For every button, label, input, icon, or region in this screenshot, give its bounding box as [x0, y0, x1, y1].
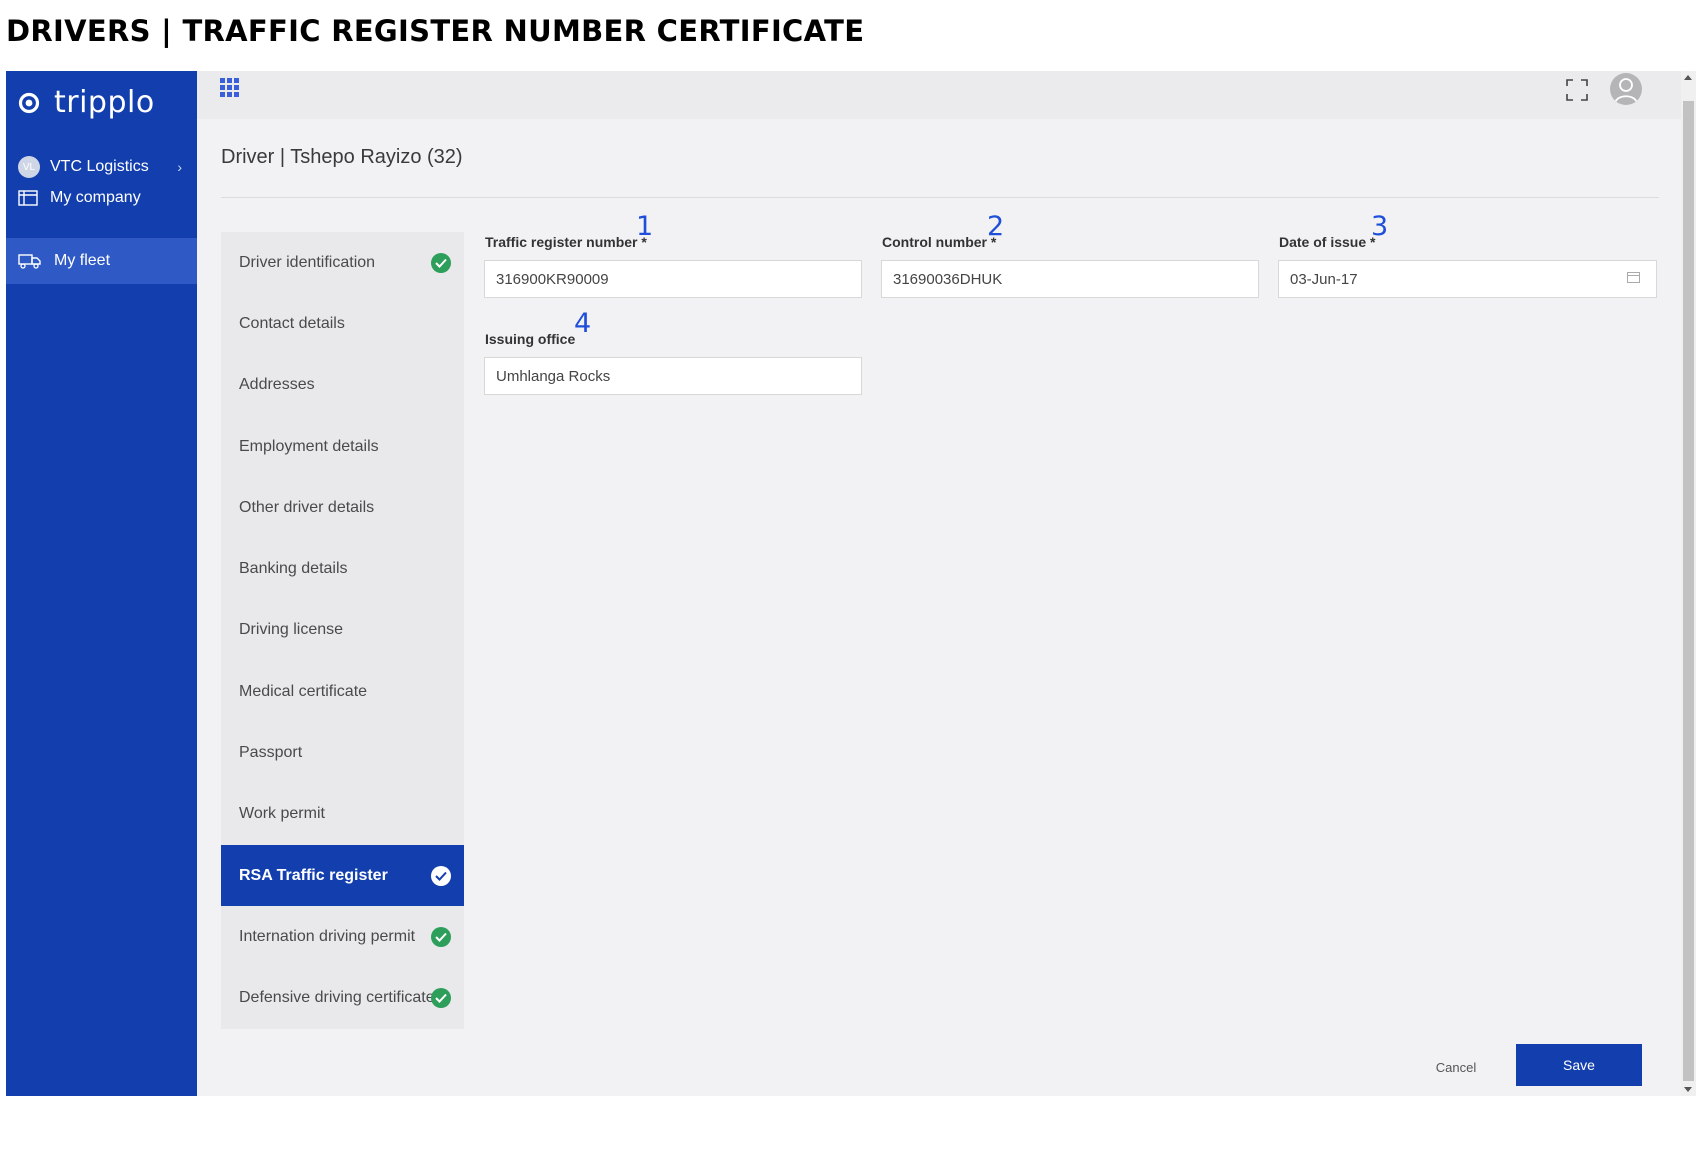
step-label: Passport	[239, 744, 303, 762]
step-label: Medical certificate	[239, 682, 368, 700]
step-banking-details[interactable]: Banking details	[221, 538, 464, 599]
sidebar-item-my-fleet[interactable]: My fleet	[6, 238, 197, 284]
traffic-register-number-input[interactable]	[484, 260, 862, 298]
step-work-permit[interactable]: Work permit	[221, 784, 464, 845]
sidebar-item-my-company[interactable]: My company	[6, 175, 197, 221]
check-circle-icon	[431, 252, 451, 273]
scroll-down-arrow-icon[interactable]	[1684, 1087, 1692, 1092]
control-number-label: Control number *	[882, 234, 997, 250]
app-window: tripplo VL VTC Logistics › My company My…	[6, 71, 1696, 1096]
building-icon	[18, 190, 38, 206]
step-medical-certificate[interactable]: Medical certificate	[221, 661, 464, 722]
truck-icon	[18, 253, 42, 269]
divider	[221, 197, 1659, 198]
check-circle-icon	[431, 926, 451, 947]
apps-grid-icon[interactable]	[220, 78, 239, 97]
scroll-thumb[interactable]	[1683, 101, 1694, 1081]
annotation-marker: 2	[987, 211, 1005, 242]
cancel-button[interactable]: Cancel	[1418, 1047, 1494, 1087]
brand-name: tripplo	[54, 85, 155, 120]
sidebar-item-label: My fleet	[54, 252, 111, 269]
save-button[interactable]: Save	[1516, 1044, 1642, 1086]
control-number-input[interactable]	[881, 260, 1259, 298]
step-label: Banking details	[239, 560, 348, 578]
step-label: Other driver details	[239, 498, 375, 516]
step-addresses[interactable]: Addresses	[221, 355, 464, 416]
step-label: Internation driving permit	[239, 927, 416, 945]
company-name: VTC Logistics	[50, 158, 149, 175]
sidebar: tripplo VL VTC Logistics › My company My…	[6, 71, 197, 1096]
logo[interactable]: tripplo	[18, 85, 155, 120]
annotation-marker: 4	[574, 308, 592, 339]
scroll-up-arrow-icon[interactable]	[1684, 75, 1692, 80]
step-international-driving-permit[interactable]: Internation driving permit	[221, 906, 464, 967]
step-passport[interactable]: Passport	[221, 722, 464, 783]
calendar-icon[interactable]	[1627, 271, 1640, 283]
step-label: Driver identification	[239, 253, 376, 271]
check-circle-icon	[431, 865, 451, 886]
issuing-office-label: Issuing office	[485, 331, 576, 347]
step-employment-details[interactable]: Employment details	[221, 416, 464, 477]
step-driver-identification[interactable]: Driver identification	[221, 232, 464, 293]
annotation-marker: 1	[636, 211, 654, 242]
check-circle-icon	[431, 988, 451, 1009]
step-label: Driving license	[239, 621, 344, 639]
traffic-register-number-label: Traffic register number *	[485, 234, 647, 250]
step-contact-details[interactable]: Contact details	[221, 293, 464, 354]
step-rsa-traffic-register[interactable]: RSA Traffic register	[221, 844, 464, 907]
page-title: Driver | Tshepo Rayizo (32)	[221, 146, 463, 168]
date-of-issue-label: Date of issue *	[1279, 234, 1376, 250]
step-other-driver-details[interactable]: Other driver details	[221, 477, 464, 538]
user-avatar-icon[interactable]	[1610, 73, 1642, 105]
step-label: RSA Traffic register	[239, 866, 388, 884]
step-label: Contact details	[239, 314, 345, 332]
step-label: Addresses	[239, 376, 315, 394]
document-title: DRIVERS | TRAFFIC REGISTER NUMBER CERTIF…	[6, 14, 865, 48]
fullscreen-icon[interactable]	[1566, 79, 1588, 101]
step-label: Defensive driving certificate	[239, 989, 435, 1007]
tripplo-logo-icon	[18, 92, 40, 113]
step-driving-license[interactable]: Driving license	[221, 600, 464, 661]
annotation-marker: 3	[1371, 211, 1389, 242]
steps-nav: Driver identification Contact details Ad…	[221, 232, 464, 1029]
top-bar	[197, 71, 1681, 119]
sidebar-item-label: My company	[50, 189, 141, 206]
vertical-scrollbar[interactable]	[1681, 71, 1696, 1096]
chevron-right-icon: ›	[177, 159, 182, 175]
issuing-office-input[interactable]	[484, 357, 862, 395]
step-label: Employment details	[239, 437, 379, 455]
step-defensive-driving-certificate[interactable]: Defensive driving certificate	[221, 968, 464, 1029]
step-label: Work permit	[239, 805, 325, 823]
date-of-issue-input[interactable]	[1278, 260, 1657, 298]
